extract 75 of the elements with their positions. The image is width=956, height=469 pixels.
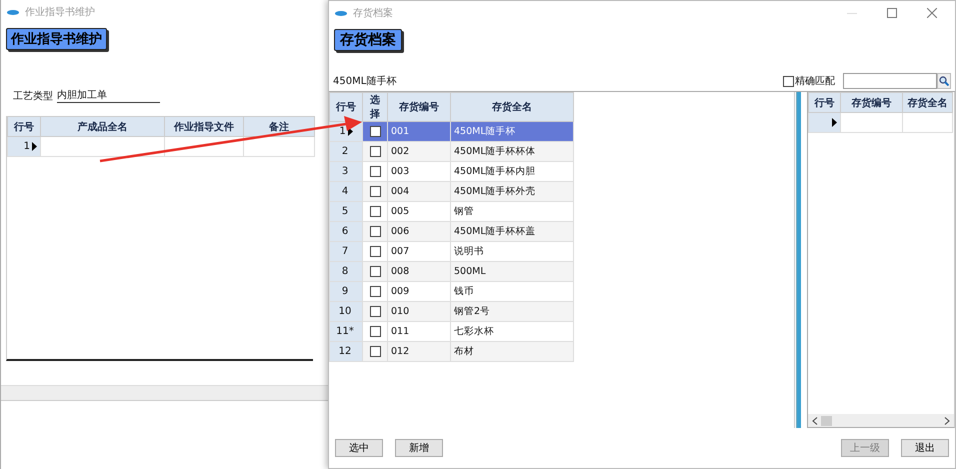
row-number: 10 xyxy=(338,306,352,317)
dialog-button[interactable]: 退出 xyxy=(901,439,949,457)
row-number: 3 xyxy=(342,166,348,177)
table-cell: 001 xyxy=(388,122,450,142)
checkbox[interactable] xyxy=(370,286,380,297)
column-header[interactable]: 备注 xyxy=(244,116,314,136)
window-title: 存货档案 xyxy=(353,6,393,20)
table-cell: 钢管2号 xyxy=(450,302,574,322)
checkbox[interactable] xyxy=(370,326,380,337)
row-number: 5 xyxy=(342,206,348,217)
checkbox[interactable] xyxy=(370,126,380,137)
search-button[interactable] xyxy=(937,73,951,89)
checkbox[interactable] xyxy=(370,346,380,357)
row-number: 9 xyxy=(342,286,348,297)
column-header[interactable]: 作业指导文件 xyxy=(164,116,244,136)
column-header[interactable]: 行号 xyxy=(330,92,362,122)
window-title: 作业指导书维护 xyxy=(25,6,95,19)
column-header[interactable]: 存货全名 xyxy=(450,92,574,122)
table-cell xyxy=(244,136,314,156)
page-heading: 存货档案 xyxy=(334,29,402,51)
column-header[interactable]: 产成品全名 xyxy=(40,116,164,136)
horizontal-scrollbar[interactable] xyxy=(808,414,954,427)
close-icon[interactable] xyxy=(927,8,937,18)
checkbox-label: 精确匹配 xyxy=(795,74,835,88)
column-header[interactable]: 存货全名 xyxy=(902,92,952,112)
table-cell xyxy=(902,112,952,132)
checkbox[interactable] xyxy=(370,266,380,277)
search-field[interactable] xyxy=(843,73,937,89)
scroll-right-icon[interactable] xyxy=(944,416,950,424)
table-cell: 布材 xyxy=(450,342,574,362)
checkbox[interactable] xyxy=(370,246,380,257)
table-cell: 450ML随手杯杯体 xyxy=(450,142,574,162)
table-cell: 450ML随手杯 xyxy=(450,122,574,142)
dialog-button[interactable]: 新增 xyxy=(395,439,443,457)
field-label: 工艺类型 xyxy=(13,90,53,103)
table-cell: 500ML xyxy=(450,262,574,282)
row-number: 1 xyxy=(339,126,346,137)
column-header[interactable]: 行号 xyxy=(8,116,40,136)
maximize-icon[interactable] xyxy=(887,8,897,18)
scroll-left-icon[interactable] xyxy=(812,416,818,424)
row-number: 12 xyxy=(338,346,352,357)
table-cell: 450ML随手杯杯盖 xyxy=(450,222,574,242)
row-number: 6 xyxy=(342,226,348,237)
table-cell: 012 xyxy=(388,342,450,362)
table-cell: 004 xyxy=(388,182,450,202)
column-header[interactable]: 存货编号 xyxy=(840,92,902,112)
checkbox[interactable] xyxy=(370,226,380,237)
row-number: 1 xyxy=(24,141,30,152)
row-number: 11* xyxy=(336,326,354,337)
checkbox[interactable] xyxy=(370,206,380,217)
column-header[interactable]: 行号 xyxy=(808,92,840,112)
checkbox[interactable] xyxy=(370,186,380,197)
table-cell: 450ML随手杯外壳 xyxy=(450,182,574,202)
search-icon xyxy=(939,76,949,86)
process-type-field[interactable]: 内胆加工单 xyxy=(57,88,160,103)
table-cell: 010 xyxy=(388,302,450,322)
scrollbar-thumb[interactable] xyxy=(821,416,832,426)
column-header[interactable]: 存货编号 xyxy=(388,92,450,122)
row-number: 2 xyxy=(342,146,348,157)
app-icon xyxy=(7,10,19,14)
app-icon xyxy=(335,10,347,16)
page-heading: 作业指导书维护 xyxy=(6,28,107,50)
checkbox[interactable] xyxy=(370,146,380,157)
column-header[interactable]: 选择 xyxy=(362,92,388,122)
checkbox[interactable] xyxy=(370,306,380,317)
row-number: 7 xyxy=(342,246,348,257)
row-number: 8 xyxy=(342,266,348,277)
filter-text: 450ML随手杯 xyxy=(333,74,396,88)
row-number: 4 xyxy=(342,186,348,197)
checkbox[interactable] xyxy=(370,166,380,177)
table-cell: 008 xyxy=(388,262,450,282)
checkbox[interactable] xyxy=(783,76,794,86)
table-cell: 002 xyxy=(388,142,450,162)
dialog-button[interactable]: 选中 xyxy=(335,439,383,457)
table-cell: 006 xyxy=(388,222,450,242)
